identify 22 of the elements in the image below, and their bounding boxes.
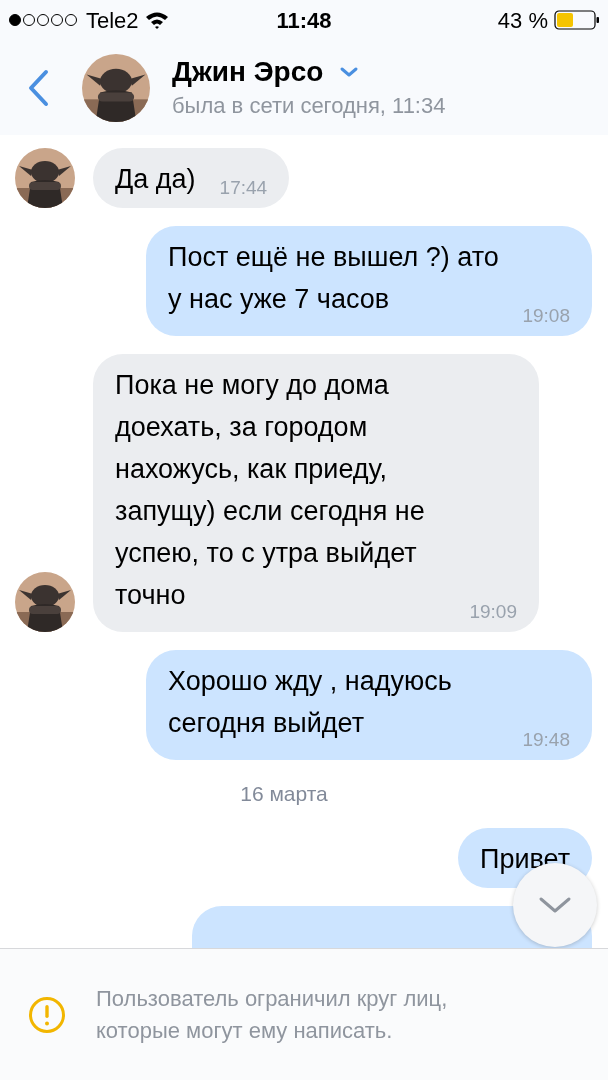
warning-icon: [28, 995, 66, 1034]
battery-icon: [554, 10, 600, 30]
message-text: Пока не могу до дома доехать, за городом нахожусь, как приеду, запущу) если сегодня не успею, то с утра выйдет точно: [115, 369, 426, 612]
contact-name[interactable]: Джин Эрсо: [172, 53, 324, 90]
message-time: 19:09: [469, 600, 517, 624]
back-icon: [27, 68, 49, 107]
chevron-down-icon[interactable]: [339, 65, 360, 78]
wifi-icon: [144, 11, 169, 29]
message-text: Хорошо жду , надуюсь сегодня выйдет: [168, 665, 453, 740]
last-seen-status: была в сети сегодня, 11:34: [172, 91, 446, 120]
message-time: 17:44: [219, 176, 268, 200]
chevron-down-icon: [538, 895, 572, 915]
message-text: Пост ещё не вышел ?) ато у нас уже 7 часов: [168, 241, 500, 316]
message-time: 19:08: [522, 304, 570, 328]
signal-icon: [8, 13, 80, 27]
restriction-notice: Пользователь ограничил круг лиц, которые могут ему написать.: [96, 984, 449, 1045]
date-separator: 16 марта: [240, 781, 329, 807]
battery-percent: 43 %: [497, 6, 548, 35]
message-time: 19:48: [522, 728, 570, 752]
clock: 11:48: [276, 6, 332, 35]
carrier-name: Tele2: [86, 6, 139, 35]
message-text: Да да): [115, 163, 196, 196]
